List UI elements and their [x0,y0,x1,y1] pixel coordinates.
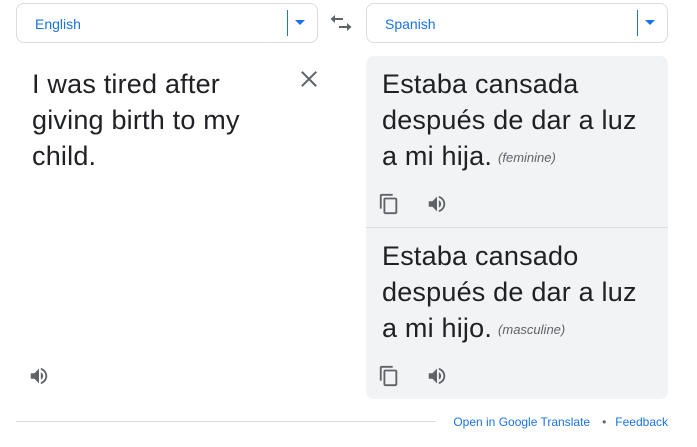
source-language-label: English [35,16,81,32]
feedback-link[interactable]: Feedback [615,415,668,429]
copy-masculine-button[interactable] [378,365,400,387]
copy-feminine-button[interactable] [378,193,400,215]
source-language-select[interactable]: English [16,3,318,43]
footer: Open in Google Translate • Feedback [453,415,668,429]
open-in-google-translate-link[interactable]: Open in Google Translate [453,415,590,429]
source-language-divider [287,10,288,36]
speaker-icon [30,367,48,385]
copy-icon [379,193,398,215]
listen-masculine-button[interactable] [426,365,448,387]
translation-card-feminine: Estaba cansada después de dar a luz a mi… [366,56,668,227]
copy-icon [379,365,398,387]
source-text-input[interactable]: I was tired after giving birth to my chi… [32,66,272,174]
gender-tag-masculine: (masculine) [498,321,566,337]
translate-widget: English Spanish I was tired after giving… [0,0,697,447]
footer-divider [16,421,436,422]
swap-icon [330,15,352,31]
clear-source-button[interactable] [298,68,320,90]
listen-feminine-button[interactable] [426,193,448,215]
translation-text-masculine: Estaba cansado después de dar a luz a mi… [382,238,658,348]
translation-text-feminine: Estaba cansada después de dar a luz a mi… [382,66,658,176]
translation-results-panel: Estaba cansada después de dar a luz a mi… [366,56,668,399]
footer-separator: • [602,415,607,429]
target-language-divider [637,10,638,36]
target-language-label: Spanish [385,16,436,32]
close-icon [301,71,317,87]
target-language-select[interactable]: Spanish [366,3,668,43]
translation-card-masculine: Estaba cansado después de dar a luz a mi… [366,228,668,399]
gender-tag-feminine: (feminine) [498,149,556,165]
swap-languages-button[interactable] [328,12,354,34]
speaker-icon [428,367,446,385]
dropdown-arrow-icon [295,20,305,25]
speaker-icon [428,195,446,213]
listen-source-button[interactable] [28,365,50,387]
dropdown-arrow-icon [645,20,655,25]
